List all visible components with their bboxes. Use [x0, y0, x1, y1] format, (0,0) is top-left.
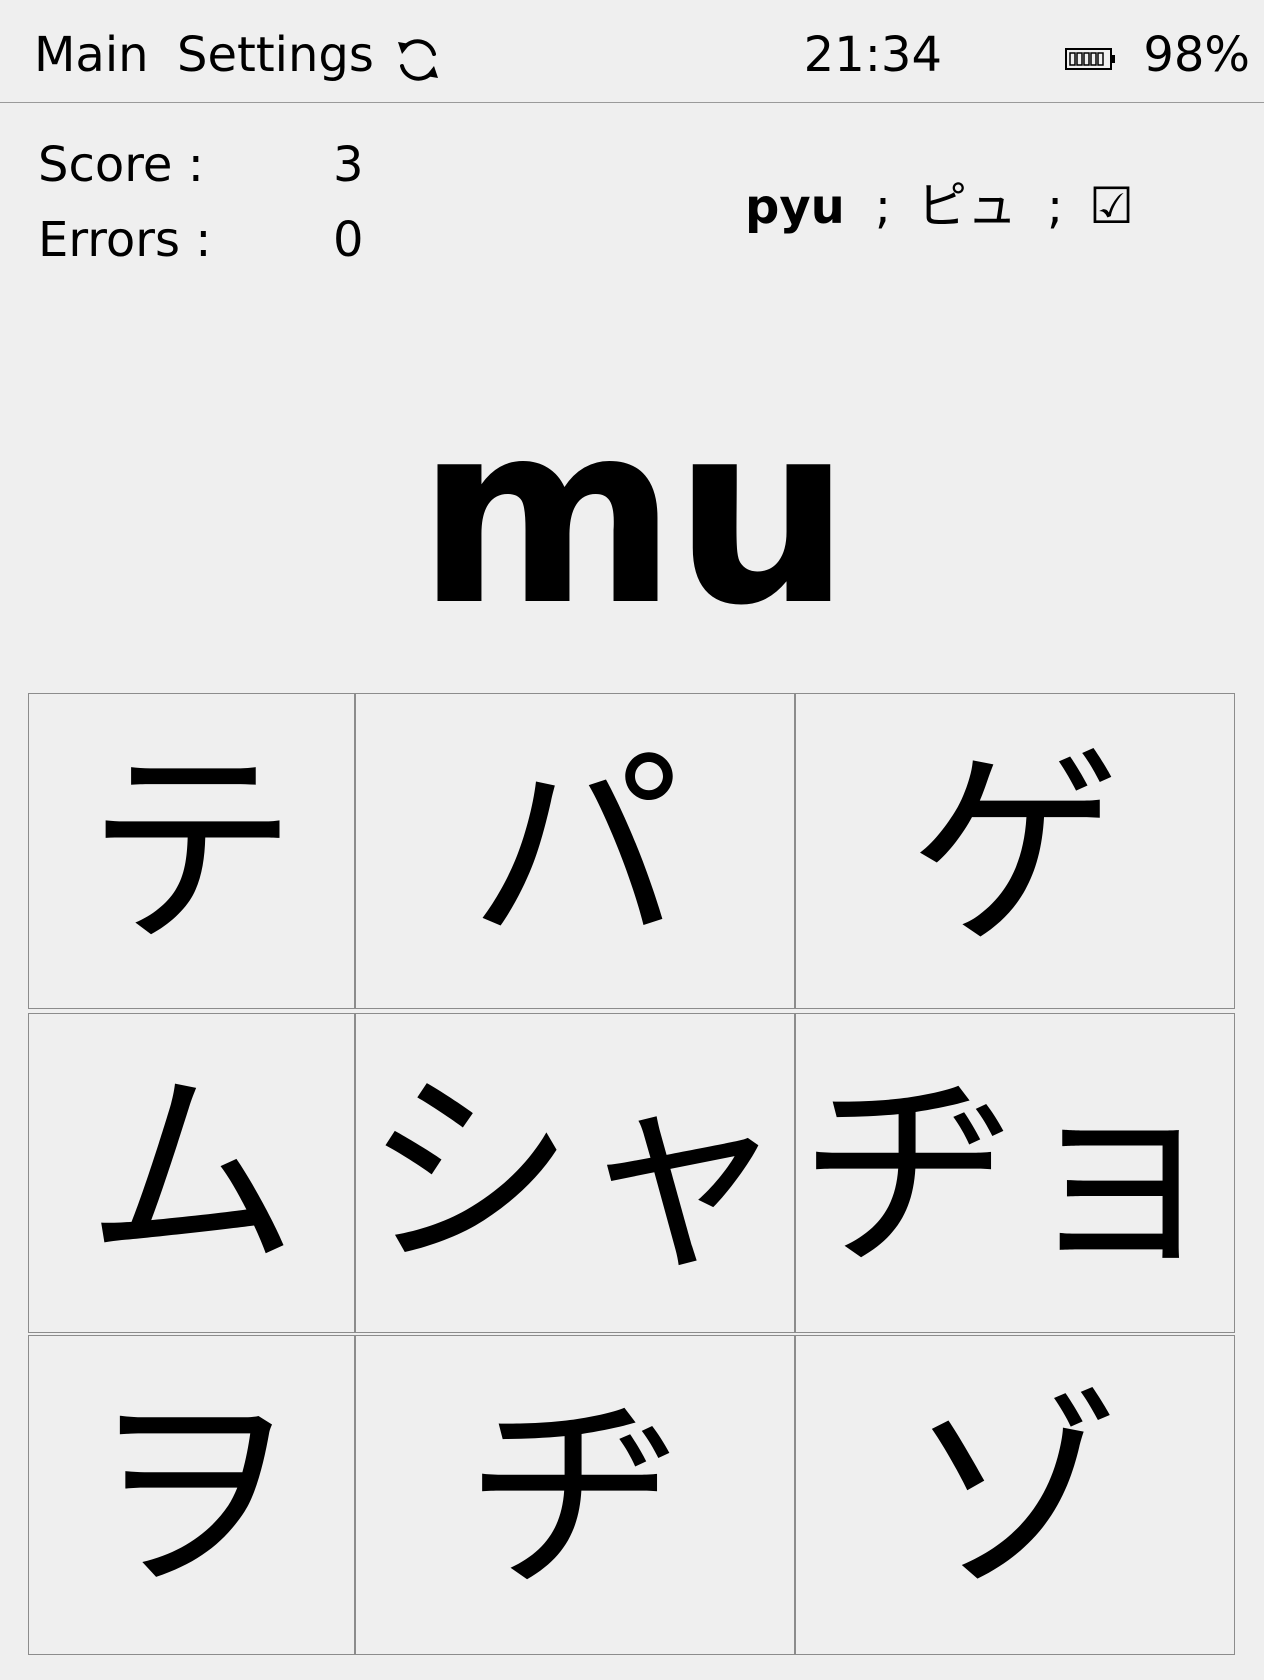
top-bar: Main Settings 21:34 98% — [0, 0, 1264, 103]
answer-button[interactable]: テ — [28, 693, 355, 1009]
prompt-romaji: mu — [416, 369, 851, 660]
clock: 21:34 — [803, 27, 942, 83]
battery-percent: 98% — [1143, 27, 1250, 83]
score-value: 3 — [333, 137, 364, 193]
last-answer: pyu; ピュ; ☑ — [745, 176, 1134, 237]
last-answer-result-icon: ☑ — [1089, 177, 1134, 235]
errors-value: 0 — [333, 212, 364, 268]
answer-button[interactable]: ヂョ — [795, 1013, 1235, 1333]
answer-button[interactable]: ム — [28, 1013, 355, 1333]
answer-button[interactable]: ヂ — [355, 1335, 795, 1655]
answer-button[interactable]: ゾ — [795, 1335, 1235, 1655]
errors-label: Errors : — [38, 212, 212, 268]
answer-button[interactable]: ゲ — [795, 693, 1235, 1009]
score-label: Score : — [38, 137, 204, 193]
answer-button[interactable]: パ — [355, 693, 795, 1009]
refresh-icon[interactable] — [390, 32, 446, 88]
answer-button[interactable]: ヲ — [28, 1335, 355, 1655]
last-answer-separator: ; — [874, 179, 891, 235]
last-answer-romaji: pyu — [745, 179, 845, 235]
last-answer-separator-2: ; — [1047, 179, 1064, 235]
menu-settings[interactable]: Settings — [177, 26, 374, 84]
last-answer-kana: ピュ — [917, 177, 1017, 235]
answer-button[interactable]: シャ — [355, 1013, 795, 1333]
battery-icon — [1065, 48, 1115, 70]
menu-main[interactable]: Main — [34, 26, 149, 84]
